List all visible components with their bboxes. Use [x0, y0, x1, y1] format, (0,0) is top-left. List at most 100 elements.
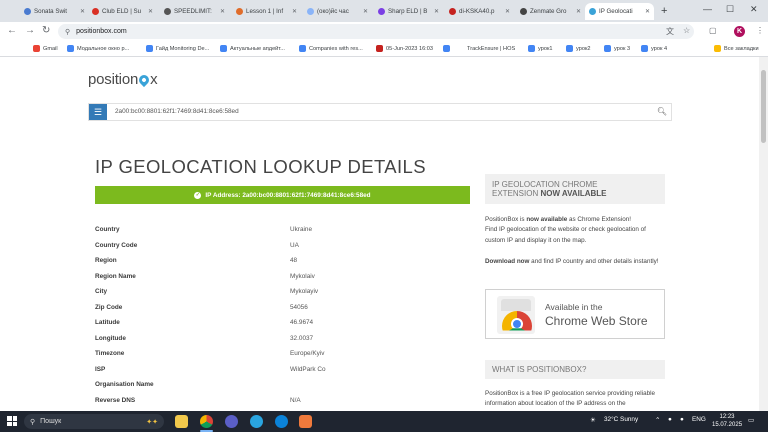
extensions-icon[interactable]: ▢: [709, 26, 717, 35]
app-icon-3[interactable]: [225, 415, 238, 428]
close-tab-icon[interactable]: ✕: [220, 8, 225, 15]
bookmark-icon: [67, 45, 74, 52]
tray-app-icon[interactable]: ●: [668, 416, 672, 423]
taskbar-search[interactable]: ⚲ Пошук ✦✦: [24, 414, 164, 429]
bookmark-star-icon[interactable]: ☆: [683, 26, 690, 35]
close-tab-icon[interactable]: ✕: [363, 8, 368, 15]
bookmark-item[interactable]: Модальное окно р...: [67, 45, 129, 52]
bookmark-item[interactable]: 05-Jun-2023 16:03: [376, 45, 433, 52]
ip-address-banner: ✓ IP Address: 2a00:bc00:8801:62f1:7469:8…: [95, 186, 470, 204]
bookmark-item[interactable]: Все закладки: [714, 45, 759, 52]
url-text[interactable]: positionbox.com: [76, 28, 127, 35]
bookmark-label: Gmail: [43, 45, 58, 52]
bookmark-item[interactable]: Актуальные апдейт...: [220, 45, 285, 52]
close-tab-icon[interactable]: ✕: [434, 8, 439, 15]
windows-start-icon[interactable]: [7, 416, 17, 426]
close-tab-icon[interactable]: ✕: [148, 8, 153, 15]
page-title: IP GEOLOCATION LOOKUP DETAILS: [95, 156, 426, 177]
browser-tab[interactable]: di-KSKA40.p ✕: [445, 3, 514, 20]
browser-tab[interactable]: Sonata Swit ✕: [20, 3, 89, 20]
bookmark-item[interactable]: Gmail: [33, 45, 58, 52]
file-explorer-icon[interactable]: [175, 415, 188, 428]
close-tab-icon[interactable]: ✕: [292, 8, 297, 15]
positionbox-logo[interactable]: position x: [88, 71, 158, 88]
browser-tab[interactable]: Lesson 1 | Inf ✕: [232, 3, 301, 20]
browser-tab[interactable]: SPEEDLIMIT: ✕: [160, 3, 229, 20]
bookmark-item[interactable]: Гайд Monitoring De...: [146, 45, 209, 52]
detail-label: Zip Code: [95, 303, 123, 311]
tab-title: Zenmate Gro: [530, 8, 567, 15]
weather-text[interactable]: 32°C Sunny: [604, 416, 638, 423]
bookmark-item[interactable]: урок 4: [641, 45, 667, 52]
bookmark-item[interactable]: урок1: [528, 45, 553, 52]
bookmark-label: Все закладки: [724, 45, 759, 52]
detail-row: City Mykolayiv: [95, 284, 470, 299]
check-circle-icon: ✓: [194, 191, 202, 199]
detail-label: ISP: [95, 365, 106, 373]
ip-search-bar: ☰ 2a00:bc00:8801:62f1:7469:8d41:8ce6:58e…: [88, 103, 672, 121]
maximize-icon[interactable]: ☐: [726, 4, 734, 15]
ip-search-input[interactable]: 2a00:bc00:8801:62f1:7469:8d41:8ce6:58ed: [115, 108, 239, 115]
detail-row: Region Name Mykolaiv: [95, 269, 470, 284]
bookmark-item[interactable]: [443, 45, 453, 52]
new-tab-button[interactable]: +: [661, 5, 667, 17]
browser-tab[interactable]: Sharp ELD | B ✕: [374, 3, 443, 20]
site-info-icon[interactable]: ⚲: [65, 28, 70, 36]
bookmark-item[interactable]: урок2: [566, 45, 591, 52]
what-is-heading: WHAT IS POSITIONBOX?: [485, 360, 665, 379]
detail-value: 46.9674: [290, 319, 314, 326]
language-indicator[interactable]: ENG: [692, 416, 706, 423]
detail-row: Region 48: [95, 253, 470, 268]
bookmark-label: урок 3: [614, 45, 631, 52]
menu-button[interactable]: ☰: [89, 104, 107, 120]
detail-label: Reverse DNS: [95, 396, 136, 404]
chrome-web-store-badge[interactable]: Available in the Chrome Web Store: [485, 289, 665, 339]
bookmark-icon: [299, 45, 306, 52]
clock[interactable]: 12:23 15.07.2025: [712, 413, 742, 429]
detail-label: Timezone: [95, 350, 125, 357]
bookmark-item[interactable]: Companies with res...: [299, 45, 363, 52]
weather-icon[interactable]: ☀: [590, 416, 596, 424]
download-description: Download now and find IP country and oth…: [485, 258, 659, 265]
search-icon[interactable]: 🔍︎: [657, 107, 667, 116]
browser-tab[interactable]: IP Geolocati ✕: [585, 3, 654, 20]
detail-row: Organisation Name: [95, 377, 470, 392]
forward-icon[interactable]: →: [25, 25, 35, 36]
minimize-icon[interactable]: —: [703, 4, 712, 14]
browser-tab[interactable]: (око)йс час ✕: [303, 3, 372, 20]
close-window-icon[interactable]: ✕: [750, 4, 758, 15]
back-icon[interactable]: ←: [7, 25, 17, 36]
bookmark-icon: [376, 45, 383, 52]
close-tab-icon[interactable]: ✕: [645, 8, 650, 15]
bookmark-icon: [443, 45, 450, 52]
close-tab-icon[interactable]: ✕: [505, 8, 510, 15]
close-tab-icon[interactable]: ✕: [80, 8, 85, 15]
translate-icon[interactable]: 文: [666, 26, 674, 37]
detail-row: Longitude 32.0037: [95, 331, 470, 346]
notifications-icon[interactable]: ▭: [748, 416, 754, 424]
download-now-link[interactable]: Download now: [485, 258, 529, 265]
tray-arrow-icon[interactable]: ⌃: [655, 416, 660, 424]
detail-value: Mykolayiv: [290, 288, 319, 295]
app-icon-6[interactable]: [299, 415, 312, 428]
chrome-app-icon[interactable]: [200, 415, 213, 428]
bookmark-item[interactable]: урок 3: [604, 45, 630, 52]
detail-label: Region Name: [95, 272, 136, 280]
profile-avatar[interactable]: K: [734, 26, 745, 37]
detail-label: Organisation Name: [95, 381, 154, 388]
bookmark-label: 05-Jun-2023 16:03: [386, 45, 433, 52]
detail-label: Country Code: [95, 241, 138, 249]
bookmark-item[interactable]: TrackEnsure | HOS: [457, 45, 515, 52]
browser-tab[interactable]: Zenmate Gro ✕: [516, 3, 585, 20]
reload-icon[interactable]: ↻: [42, 25, 50, 36]
menu-kebab-icon[interactable]: ⋮: [756, 26, 764, 35]
skype-icon[interactable]: [275, 415, 288, 428]
scrollbar-thumb[interactable]: [761, 70, 766, 143]
tray-app-icon-2[interactable]: ●: [680, 416, 684, 423]
address-bar[interactable]: ⚲ positionbox.com: [58, 24, 694, 39]
browser-tab[interactable]: Club ELD | Su ✕: [88, 3, 157, 20]
close-tab-icon[interactable]: ✕: [576, 8, 581, 15]
telegram-icon[interactable]: [250, 415, 263, 428]
tab-title: Lesson 1 | Inf: [246, 8, 284, 15]
detail-row: Country Code UA: [95, 238, 470, 253]
